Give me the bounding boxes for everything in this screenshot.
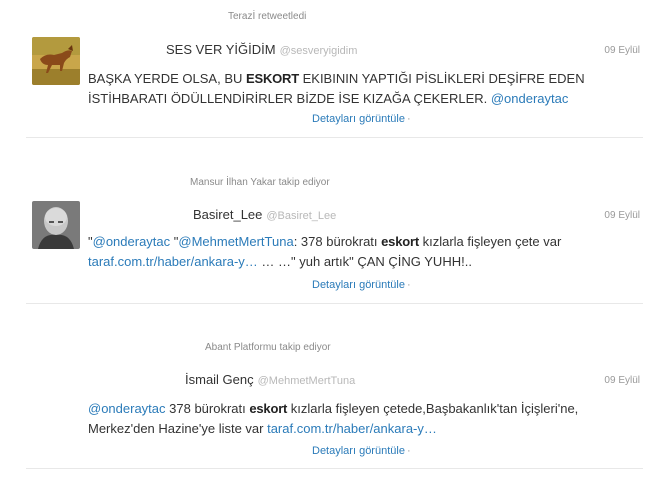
tweet-text-segment: Merkez'den Hazine'ye liste var	[88, 421, 268, 436]
mention-link[interactable]: @onderaytac	[88, 401, 166, 416]
tweet-text-segment: 378 bürokratı	[165, 401, 250, 416]
tweet-item[interactable]: Abant Platformu takip ediyor İsmail Genç…	[0, 0, 653, 477]
display-name-text[interactable]: İsmail Genç	[185, 372, 254, 387]
highlighted-keyword: eskort	[249, 401, 288, 416]
display-name[interactable]: İsmail Genç @MehmetMertTuna	[185, 372, 355, 387]
details-link[interactable]: Detayları görüntüle ·	[312, 445, 411, 457]
tweet-text: @onderaytac 378 bürokratı eskort kızlarl…	[88, 399, 628, 439]
separator-dot: ·	[406, 445, 411, 457]
follow-context: Abant Platformu takip ediyor	[205, 342, 331, 353]
tweet-text-segment: kızlarla fişleyen çetede,Başbakanlık'tan…	[287, 401, 579, 416]
url-link[interactable]: taraf.com.tr/haber/ankara-y…	[267, 421, 437, 436]
details-label[interactable]: Detayları görüntüle	[312, 445, 405, 457]
timestamp[interactable]: 09 Eylül	[604, 375, 640, 386]
divider	[26, 468, 643, 469]
screen-name[interactable]: @MehmetMertTuna	[258, 375, 356, 387]
